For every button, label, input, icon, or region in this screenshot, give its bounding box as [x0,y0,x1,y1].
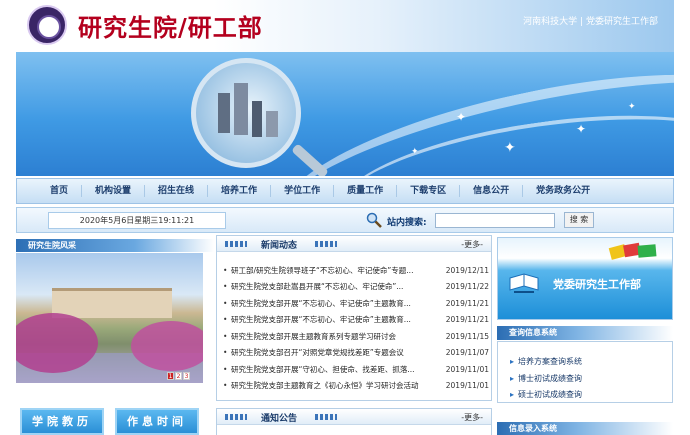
news-panel: 新闻动态 -更多- • 研工部/研究生院领导班子“不忘初心、牢记使命”专题... 2… [216,235,492,401]
date-search-bar: 2020年5月6日星期三19:11:21 站内搜索: 搜 索 [16,207,674,233]
list-item[interactable]: • 研究生院党支部主题教育之《初心永恒》学习研讨会活动 2019/11/01 [223,378,489,395]
site-header: 研究生院/研工部 河南科技大学 | 党委研究生工作部 [16,0,674,52]
notice-panel: 通知公告 -更多- [216,408,492,435]
datetime-display: 2020年5月6日星期三19:11:21 [48,212,226,229]
campus-photo[interactable] [16,253,203,383]
nav-degree[interactable]: 学位工作 [271,185,335,197]
list-item[interactable]: • 研工部/研究生院领导班子“不忘初心、牢记使命”专题... 2019/12/11 [223,262,489,279]
query-phd-score[interactable]: ▸ 博士初试成绩查询 [510,373,582,384]
news-header: 新闻动态 -更多- [217,236,491,252]
query-system-panel: ▸ 培养方案查询系统 ▸ 博士初试成绩查询 ▸ 硕士初试成绩查询 [497,341,673,403]
list-item[interactable]: • 研究生院党支部开展“守初心、担使命、找差距、抓落... 2019/11/01 [223,361,489,378]
hero-banner: ✦ ✦ ✦ ✦ ✦ [16,52,674,176]
nav-info-disclosure[interactable]: 信息公开 [460,185,524,197]
top-link-separator: | [580,17,584,27]
sparkle-icon: ✦ [504,140,516,156]
query-system-title: 查询信息系统 [497,326,673,340]
list-item[interactable]: • 研究生院党支部开展“不忘初心、牢记使命”主题教育... 2019/11/21 [223,295,489,312]
query-training-plan[interactable]: ▸ 培养方案查询系统 [510,356,582,367]
arrow-right-icon: ▸ [510,390,515,399]
list-item[interactable]: • 研究生院党支部开展主题教育系列专题学习研讨会 2019/11/15 [223,328,489,345]
academic-calendar-button[interactable]: 学院教历 [20,408,104,435]
top-link-university[interactable]: 河南科技大学 [523,17,577,27]
search-label: 站内搜索: [387,218,427,228]
nav-admissions[interactable]: 招生在线 [145,185,209,197]
arrow-right-icon: ▸ [510,374,515,383]
entry-system-title: 信息录入系统 [497,422,673,435]
nav-training[interactable]: 培养工作 [208,185,272,197]
notice-header: 通知公告 -更多- [217,409,491,425]
sparkle-icon: ✦ [456,110,467,124]
top-links: 河南科技大学 | 党委研究生工作部 [523,14,658,27]
decor-dots-icon [315,414,337,420]
slide-page-1[interactable]: 1 [167,372,174,380]
schedule-button[interactable]: 作息时间 [115,408,199,435]
sparkle-icon: ✦ [628,102,636,112]
magnifier-handle [291,143,329,176]
university-logo-icon[interactable] [27,5,67,45]
nav-downloads[interactable]: 下载专区 [397,185,461,197]
magnifier-lens-icon [191,58,301,168]
nav-home[interactable]: 首页 [37,185,83,197]
news-more-link[interactable]: -更多- [461,239,483,250]
sparkle-icon: ✦ [576,122,587,136]
main-nav: 首页 机构设置 招生在线 培养工作 学位工作 质量工作 下载专区 信息公开 党务… [16,178,674,204]
top-link-party-dept[interactable]: 党委研究生工作部 [586,17,658,27]
news-title: 新闻动态 [261,241,298,251]
nav-party-affairs[interactable]: 党务政务公开 [523,185,603,197]
site-title: 研究生院/研工部 [78,13,263,42]
slide-page-2[interactable]: 2 [175,372,182,380]
query-master-score[interactable]: ▸ 硕士初试成绩查询 [510,389,582,400]
nav-organization[interactable]: 机构设置 [82,185,146,197]
notice-more-link[interactable]: -更多- [461,412,483,423]
party-dept-label: 党委研究生工作部 [553,278,641,291]
news-list: • 研工部/研究生院领导班子“不忘初心、牢记使命”专题... 2019/12/11 … [223,262,489,394]
party-dept-banner[interactable]: 党委研究生工作部 [497,237,673,320]
arrow-right-icon: ▸ [510,357,515,366]
search-button[interactable]: 搜 索 [564,212,594,228]
nav-quality[interactable]: 质量工作 [334,185,398,197]
books-icon [608,242,657,260]
sparkle-icon: ✦ [411,147,419,157]
campus-gallery-title: 研究生院风采 [16,239,214,252]
search-icon [366,212,382,228]
list-item[interactable]: • 研究生院党支部赴嵩县开展“不忘初心、牢记使命”... 2019/11/22 [223,279,489,296]
slideshow-pager: 1 2 3 [167,372,190,380]
search-input[interactable] [435,213,555,228]
decor-dots-icon [225,414,247,420]
decor-dots-icon [315,241,337,247]
open-book-icon [509,273,539,293]
decor-dots-icon [225,241,247,247]
slide-page-3[interactable]: 3 [183,372,190,380]
list-item[interactable]: • 研究生院党支部开展“不忘初心、牢记使命”主题教育... 2019/11/21 [223,312,489,329]
list-item[interactable]: • 研究生院党支部召开“对照党章党规找差距”专题会议 2019/11/07 [223,345,489,362]
notice-title: 通知公告 [261,414,298,424]
